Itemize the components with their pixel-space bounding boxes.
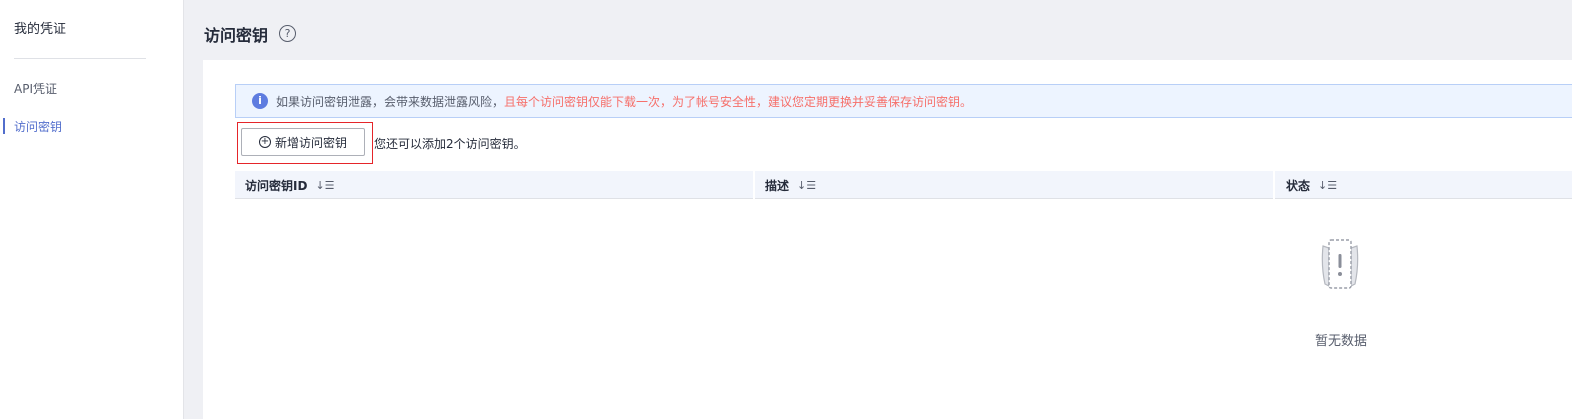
sort-icon[interactable]: ↓☰	[315, 179, 334, 192]
remaining-quota-text: 您还可以添加2个访问密钥。	[374, 137, 526, 151]
info-icon: i	[252, 93, 268, 109]
sort-icon[interactable]: ↓☰	[1318, 179, 1337, 192]
sidebar-title: 我的凭证	[14, 22, 67, 37]
page-title: 访问密钥	[204, 26, 269, 45]
empty-state-text: 暂无数据	[1314, 334, 1367, 349]
plus-circle-icon: +	[258, 136, 271, 148]
sidebar-item-access-keys[interactable]: 访问密钥	[14, 118, 62, 135]
sidebar: 我的凭证 API凭证 访问密钥	[0, 0, 184, 419]
column-header-status: 状态 ↓☰	[1276, 171, 1337, 199]
sidebar-divider	[14, 58, 146, 59]
table-header: 访问密钥ID ↓☰ 描述 ↓☰ 状态 ↓☰	[235, 171, 1572, 199]
info-alert: i 如果访问密钥泄露，会带来数据泄露风险， 且每个访问密钥仅能下载一次，为了帐号…	[235, 84, 1572, 118]
column-header-access-key-id: 访问密钥ID ↓☰	[235, 171, 335, 199]
column-header-description: 描述 ↓☰	[755, 171, 816, 199]
column-label: 描述	[765, 178, 790, 193]
add-access-key-label: 新增访问密钥	[274, 135, 347, 150]
alert-text: 如果访问密钥泄露，会带来数据泄露风险，	[276, 94, 505, 109]
main-content: i 如果访问密钥泄露，会带来数据泄露风险， 且每个访问密钥仅能下载一次，为了帐号…	[203, 60, 1572, 419]
sort-icon[interactable]: ↓☰	[797, 179, 816, 192]
alert-warning-text: 且每个访问密钥仅能下载一次，为了帐号安全性，建议您定期更换并妥善保存访问密钥。	[504, 94, 973, 109]
empty-state	[1293, 238, 1387, 297]
column-separator	[1273, 171, 1275, 199]
question-circle-icon[interactable]: ?	[279, 25, 296, 42]
page-header: 访问密钥 ?	[185, 0, 1572, 60]
sidebar-item-api-credentials[interactable]: API凭证	[14, 80, 57, 97]
column-label: 状态	[1286, 178, 1311, 193]
active-indicator	[3, 118, 5, 134]
add-access-key-button[interactable]: + 新增访问密钥	[241, 128, 365, 156]
empty-data-icon	[1321, 239, 1359, 289]
column-label: 访问密钥ID	[245, 178, 308, 193]
